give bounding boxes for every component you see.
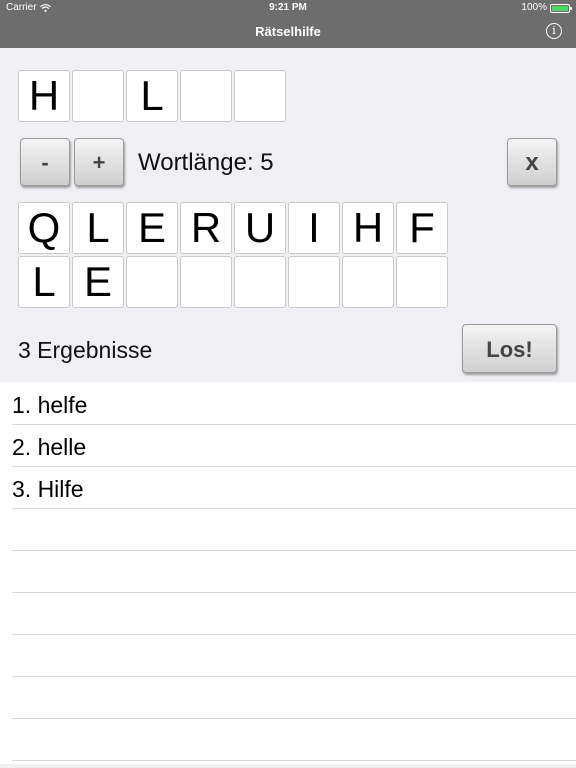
letter-tile[interactable]	[288, 256, 340, 308]
list-item	[12, 635, 576, 677]
letter-tile[interactable]	[126, 256, 178, 308]
list-item	[12, 719, 576, 761]
letter-tile[interactable]: F	[396, 202, 448, 254]
letter-tile[interactable]: R	[180, 202, 232, 254]
list-item	[12, 677, 576, 719]
decrease-length-button[interactable]: -	[20, 138, 70, 186]
pattern-tile[interactable]	[234, 70, 286, 122]
result-word: 3. Hilfe	[12, 476, 84, 502]
battery-percent: 100%	[521, 2, 547, 13]
input-panel: H L - + Wortlänge: 5 x Q L E R U I H F L…	[0, 48, 576, 382]
pattern-tile[interactable]	[72, 70, 124, 122]
result-word: 1. helfe	[12, 392, 88, 418]
pattern-tile[interactable]: H	[18, 70, 70, 122]
status-bar: Carrier 9:21 PM 100%	[0, 0, 576, 16]
letter-tile[interactable]: L	[72, 202, 124, 254]
letter-tile[interactable]: I	[288, 202, 340, 254]
page-title: Rätselhilfe	[255, 24, 321, 39]
increase-length-button[interactable]: +	[74, 138, 124, 186]
clear-button[interactable]: x	[507, 138, 557, 186]
pattern-tile[interactable]	[180, 70, 232, 122]
list-item[interactable]: 2. helle	[12, 425, 576, 467]
navigation-bar: Carrier 9:21 PM 100% Rätselhilfe i	[0, 0, 576, 48]
letter-tile[interactable]: E	[126, 202, 178, 254]
letter-tile[interactable]	[180, 256, 232, 308]
word-length-label: Wortlänge: 5	[138, 149, 274, 176]
clock: 9:21 PM	[269, 2, 307, 13]
info-icon[interactable]: i	[546, 23, 562, 39]
battery-icon	[550, 3, 572, 13]
pattern-tile[interactable]: L	[126, 70, 178, 122]
letter-tile[interactable]	[342, 256, 394, 308]
list-item[interactable]: 3. Hilfe	[12, 467, 576, 509]
result-count-label: 3 Ergebnisse	[18, 337, 153, 363]
result-word: 2. helle	[12, 434, 87, 460]
letter-tile[interactable]	[234, 256, 286, 308]
letter-tile[interactable]: E	[72, 256, 124, 308]
search-button[interactable]: Los!	[462, 324, 557, 373]
letter-tile[interactable]: U	[234, 202, 286, 254]
letter-tile[interactable]: Q	[18, 202, 70, 254]
battery-indicator: 100%	[521, 0, 572, 16]
letter-tile[interactable]	[396, 256, 448, 308]
letter-tile[interactable]: H	[342, 202, 394, 254]
list-item	[12, 509, 576, 551]
letter-tile[interactable]: L	[18, 256, 70, 308]
list-item	[12, 551, 576, 593]
list-item[interactable]: 1. helfe	[12, 383, 576, 425]
bottom-edge	[0, 764, 576, 768]
list-item	[12, 593, 576, 635]
